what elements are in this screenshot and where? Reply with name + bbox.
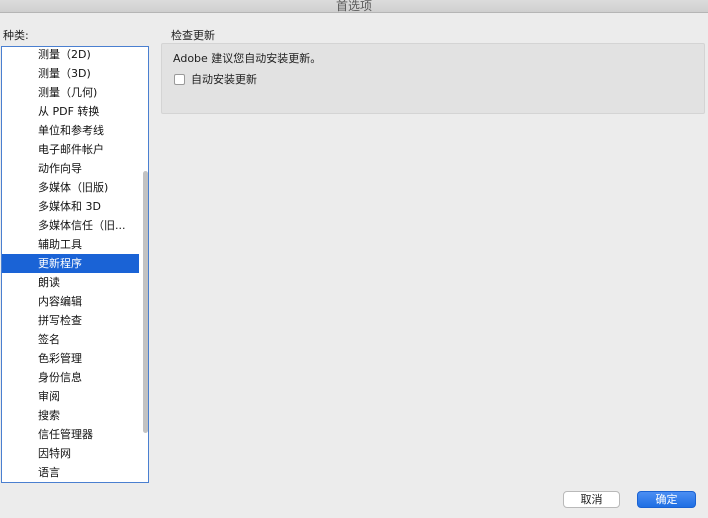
- category-item[interactable]: 动作向导: [2, 159, 139, 178]
- category-item[interactable]: 身份信息: [2, 368, 139, 387]
- category-item[interactable]: 朗读: [2, 273, 139, 292]
- category-item[interactable]: 测量（3D): [2, 64, 139, 83]
- auto-install-row[interactable]: 自动安装更新: [174, 71, 257, 87]
- category-item[interactable]: 审阅: [2, 387, 139, 406]
- category-item[interactable]: 内容编辑: [2, 292, 139, 311]
- category-item[interactable]: 从 PDF 转换: [2, 102, 139, 121]
- section-title: 检查更新: [171, 29, 215, 42]
- cancel-button[interactable]: 取消: [563, 491, 620, 508]
- categories-list[interactable]: 测量（2D) 测量（3D) 测量（几何) 从 PDF 转换 单位和参考线 电子邮件帐户 动作…: [1, 46, 149, 483]
- category-item[interactable]: 辅助工具: [2, 235, 139, 254]
- update-panel: Adobe 建议您自动安装更新。 自动安装更新: [161, 43, 705, 114]
- ok-button[interactable]: 确定: [637, 491, 696, 508]
- category-item[interactable]: 测量（几何): [2, 83, 139, 102]
- category-item[interactable]: 电子邮件帐户: [2, 140, 139, 159]
- category-item[interactable]: 色彩管理: [2, 349, 139, 368]
- categories-label: 种类:: [3, 29, 29, 42]
- category-item[interactable]: 签名: [2, 330, 139, 349]
- category-item[interactable]: 更新程序: [2, 254, 139, 273]
- update-description: Adobe 建议您自动安装更新。: [173, 52, 322, 65]
- category-item[interactable]: 拼写检查: [2, 311, 139, 330]
- category-item[interactable]: 因特网: [2, 444, 139, 463]
- category-item[interactable]: 语言: [2, 463, 139, 482]
- category-item[interactable]: 信任管理器: [2, 425, 139, 444]
- window-title: 首选项: [0, 0, 708, 13]
- category-item[interactable]: 测量（2D): [2, 47, 139, 64]
- auto-install-label[interactable]: 自动安装更新: [191, 71, 257, 87]
- category-item[interactable]: 单位和参考线: [2, 121, 139, 140]
- categories-scrollbar[interactable]: [143, 171, 148, 433]
- category-item[interactable]: 多媒体信任（旧...: [2, 216, 139, 235]
- auto-install-checkbox[interactable]: [174, 73, 185, 85]
- category-item[interactable]: 搜索: [2, 406, 139, 425]
- category-item[interactable]: 多媒体（旧版): [2, 178, 139, 197]
- category-item[interactable]: 多媒体和 3D: [2, 197, 139, 216]
